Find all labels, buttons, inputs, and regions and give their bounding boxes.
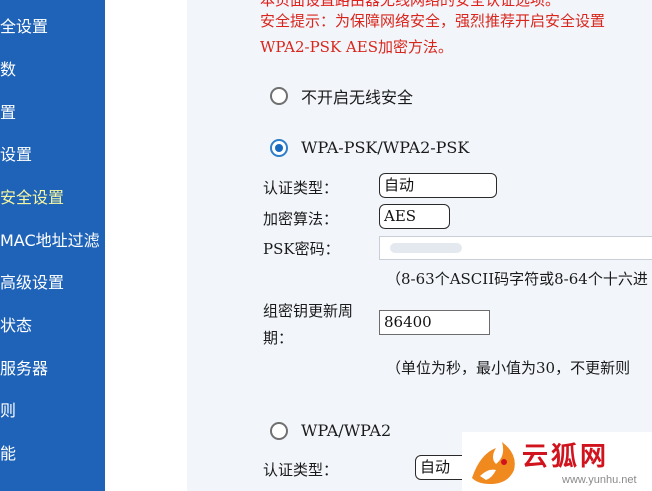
auth-type-label: 认证类型： [263,179,339,197]
option-wpa[interactable]: WPA/WPA2 [270,421,391,440]
sidebar-item-security[interactable]: 安全设置 [0,188,64,208]
sidebar-item-config[interactable]: 置 [0,103,16,123]
option-no-security-label: 不开启无线安全 [301,88,414,107]
sidebar-item-settings[interactable]: 设置 [0,145,32,165]
group-key-period-input[interactable]: 86400 [379,310,490,335]
group-key-label-line1: 组密钥更新周 [263,302,354,320]
security-warning-line2: WPA2-PSK AES加密方法。 [260,38,453,56]
option-no-security[interactable]: 不开启无线安全 [270,84,413,108]
encryption-select[interactable]: AES [379,204,450,229]
watermark-url: www.yunhu.net [562,474,637,486]
option-wpa-psk[interactable]: WPA-PSK/WPA2-PSK [270,138,469,157]
sidebar-item-advanced[interactable]: 高级设置 [0,273,64,293]
sidebar-menu: 全设置 数 置 设置 安全设置 MAC地址过滤 高级设置 状态 服务器 则 能 [0,0,105,491]
psk-password-input[interactable] [379,236,652,260]
auth-type-select[interactable]: 自动 [379,173,497,198]
sidebar-item-status[interactable]: 状态 [0,316,32,336]
radio-wpa[interactable] [270,421,288,440]
sidebar-item-wireless-basic[interactable]: 全设置 [0,17,48,37]
radio-wpa-psk[interactable] [270,138,288,157]
option-wpa-psk-label: WPA-PSK/WPA2-PSK [301,138,470,157]
watermark: 云狐网 www.yunhu.net [462,432,652,491]
security-warning-line1: 安全提示：为保障网络安全，强烈推荐开启安全设置 [260,12,606,30]
psk-hint: （8-63个ASCII码字符或8-64个十六进 [386,270,648,288]
group-key-hint: （单位为秒，最小值为30，不更新则 [386,359,631,377]
sidebar-item-server[interactable]: 服务器 [0,359,48,379]
blurred-password [390,243,462,253]
sidebar-item-functions[interactable]: 能 [0,444,16,464]
group-key-label-line2: 期： [263,329,294,347]
psk-password-label: PSK密码： [263,240,340,258]
sidebar-item-mac-filter[interactable]: MAC地址过滤 [0,231,100,251]
page-gutter [105,0,187,491]
wpa-auth-type-label: 认证类型： [263,461,339,479]
intro-text: 本页面设置路由器无线网络的安全认证选项。 [260,0,561,9]
option-wpa-label: WPA/WPA2 [301,421,392,440]
sidebar-item-wireless-params[interactable]: 数 [0,60,16,80]
watermark-text: 云狐网 [522,442,610,472]
radio-no-security[interactable] [270,87,288,105]
fox-logo-icon [472,442,515,484]
sidebar-item-rules[interactable]: 则 [0,401,16,421]
encryption-label: 加密算法： [263,210,339,228]
